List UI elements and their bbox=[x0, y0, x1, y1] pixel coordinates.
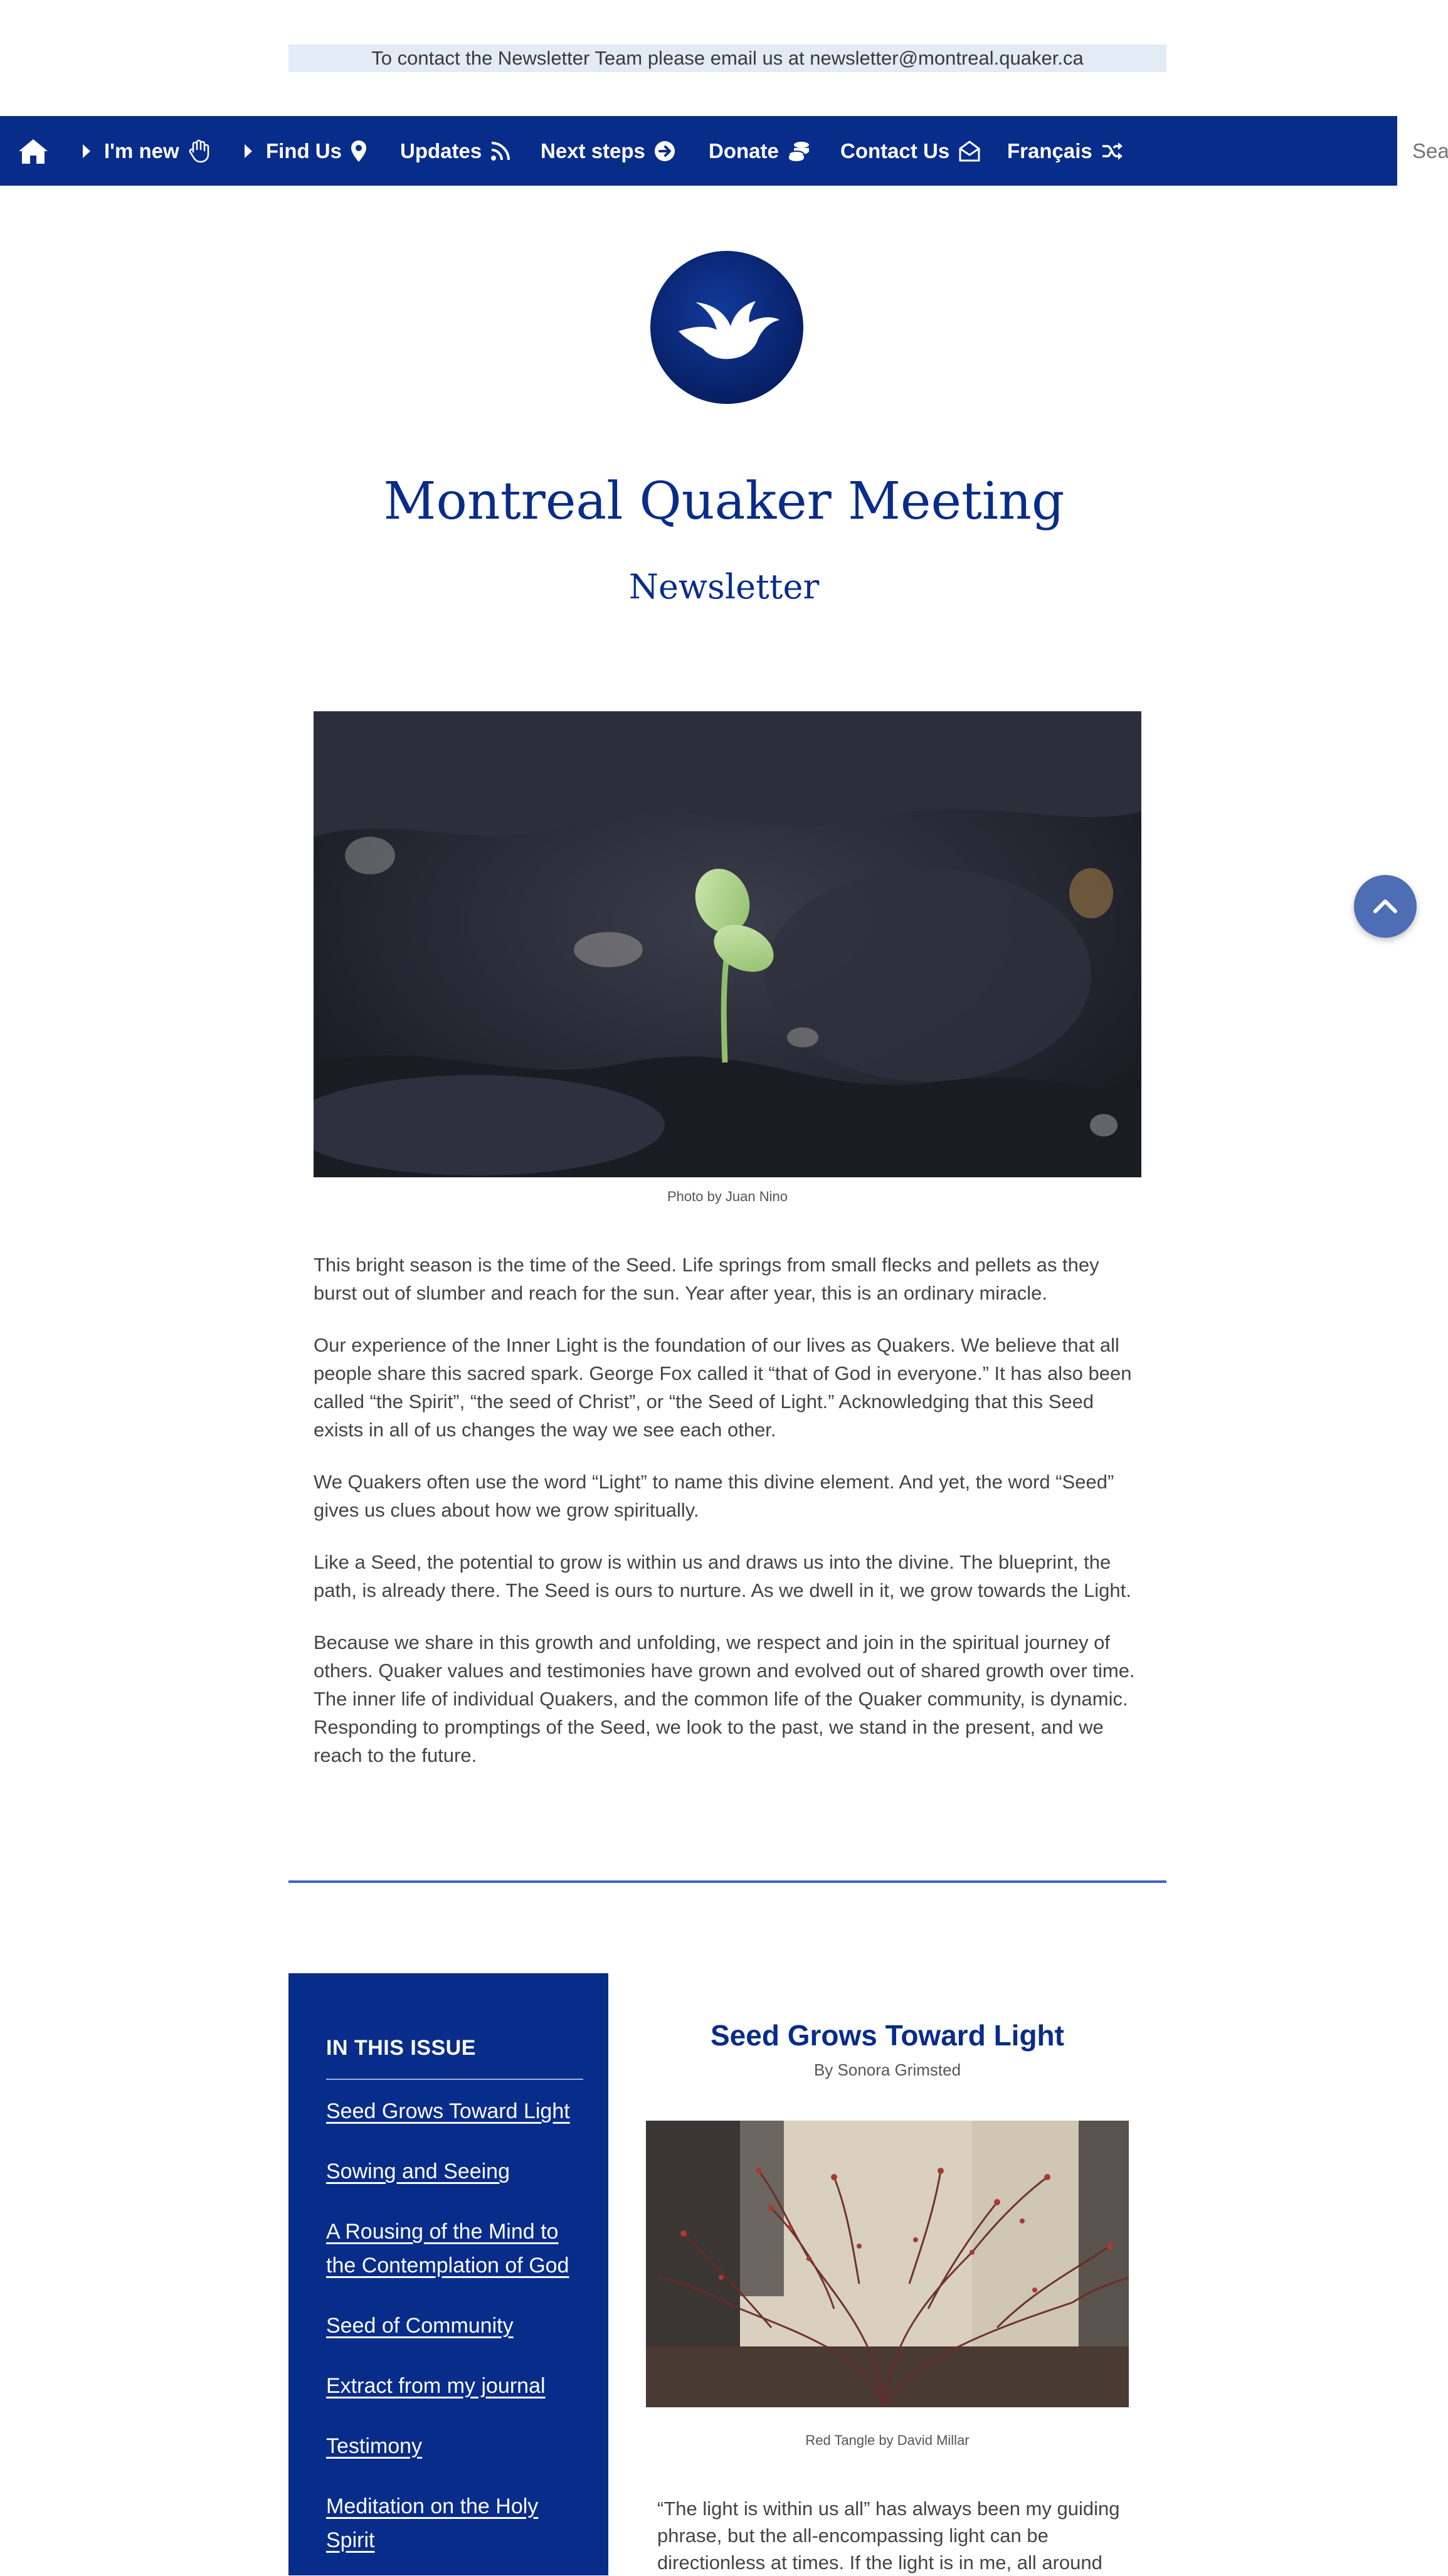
nav-item-francais[interactable]: Français bbox=[1007, 116, 1124, 186]
intro-paragraph: Because we share in this growth and unfo… bbox=[314, 1631, 1135, 1766]
hand-icon bbox=[188, 139, 209, 163]
article-byline: By Sonora Grimsted bbox=[813, 2060, 961, 2079]
nav-label: I'm new bbox=[104, 139, 179, 162]
nav-item-im-new[interactable]: I'm new bbox=[83, 116, 209, 186]
section-divider bbox=[288, 1880, 1166, 1883]
search-input[interactable] bbox=[1397, 116, 1448, 186]
hero-image bbox=[314, 711, 1141, 1177]
shuffle-icon bbox=[1101, 142, 1124, 161]
issue-link-testimony[interactable]: Testimony bbox=[326, 2429, 583, 2463]
intro-text: This bright season is the time of the Se… bbox=[314, 1251, 1141, 1793]
scroll-to-top-button[interactable] bbox=[1354, 875, 1417, 938]
nav-label: Donate bbox=[709, 139, 779, 162]
sidebar-divider bbox=[326, 2079, 583, 2080]
intro-paragraph: This bright season is the time of the Se… bbox=[314, 1254, 1099, 1304]
site-subtitle: Newsletter bbox=[628, 567, 820, 607]
dove-logo bbox=[650, 251, 804, 405]
home-icon bbox=[18, 137, 49, 165]
nav-label: Updates bbox=[400, 139, 482, 162]
map-pin-icon bbox=[351, 140, 367, 162]
site-title: Montreal Quaker Meeting bbox=[383, 472, 1065, 531]
nav-item-contact-us[interactable]: Contact Us bbox=[840, 116, 981, 186]
intro-paragraph: We Quakers often use the word “Light” to… bbox=[314, 1471, 1114, 1521]
issue-link-sowing-and-seeing[interactable]: Sowing and Seeing bbox=[326, 2155, 583, 2188]
nav-item-updates[interactable]: Updates bbox=[400, 116, 510, 186]
chevron-up-icon bbox=[1373, 899, 1397, 913]
rss-icon bbox=[490, 141, 510, 161]
hero-caption: Photo by Juan Nino bbox=[667, 1189, 788, 1204]
intro-paragraph: Like a Seed, the potential to grow is wi… bbox=[314, 1551, 1131, 1601]
home-link[interactable] bbox=[18, 116, 49, 186]
nav-label: Contact Us bbox=[840, 139, 950, 162]
sidebar-heading: IN THIS ISSUE bbox=[326, 2036, 476, 2060]
issue-link-seed-grows-toward-light[interactable]: Seed Grows Toward Light bbox=[326, 2094, 583, 2128]
in-this-issue-sidebar: IN THIS ISSUE Seed Grows Toward Light So… bbox=[288, 1973, 608, 2575]
caret-right-icon bbox=[245, 144, 252, 158]
issue-link-seed-of-community[interactable]: Seed of Community bbox=[326, 2309, 583, 2343]
main-navigation: I'm new Find Us Updates Next steps Donat… bbox=[0, 116, 1448, 186]
article-image-caption: Red Tangle by David Millar bbox=[805, 2432, 970, 2448]
nav-label: Find Us bbox=[266, 139, 342, 162]
coins-icon bbox=[788, 140, 810, 162]
nav-label: Next steps bbox=[541, 139, 645, 162]
newsletter-contact-bar: To contact the Newsletter Team please em… bbox=[288, 45, 1166, 72]
envelope-open-icon bbox=[958, 140, 981, 162]
issue-link-meditation-holy-spirit[interactable]: Meditation on the Holy Spirit bbox=[326, 2489, 583, 2557]
nav-item-donate[interactable]: Donate bbox=[709, 116, 810, 186]
dove-icon bbox=[650, 251, 803, 404]
nav-label: Français bbox=[1007, 139, 1092, 162]
arrow-circle-right-icon bbox=[654, 140, 675, 162]
article-paragraph: “The light is within us all” has always … bbox=[657, 2498, 1120, 2573]
article-image bbox=[646, 2121, 1129, 2407]
issue-link-extract-from-journal[interactable]: Extract from my journal bbox=[326, 2369, 583, 2403]
issue-link-rousing-of-the-mind[interactable]: A Rousing of the Mind to the Contemplati… bbox=[326, 2215, 583, 2282]
caret-right-icon bbox=[83, 144, 90, 158]
nav-item-find-us[interactable]: Find Us bbox=[245, 116, 367, 186]
nav-item-next-steps[interactable]: Next steps bbox=[541, 116, 675, 186]
intro-paragraph: Our experience of the Inner Light is the… bbox=[314, 1334, 1132, 1441]
article-title: Seed Grows Toward Light bbox=[711, 2019, 1064, 2052]
